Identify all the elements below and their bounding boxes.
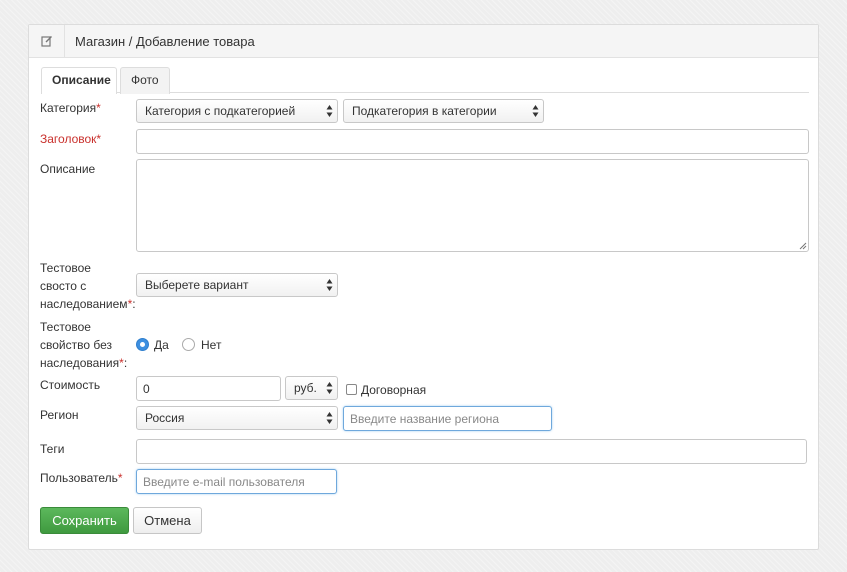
select-arrows-icon <box>326 382 333 394</box>
select-arrows-icon <box>326 412 333 424</box>
form-panel: Магазин / Добавление товара Описание Фот… <box>28 24 819 550</box>
page-title: Магазин / Добавление товара <box>75 33 255 49</box>
tags-input[interactable] <box>136 439 807 464</box>
tab-description[interactable]: Описание <box>41 67 117 94</box>
price-input[interactable] <box>136 376 281 401</box>
resize-handle-icon[interactable] <box>799 242 807 250</box>
cancel-button[interactable]: Отмена <box>133 507 202 534</box>
test-no-inherit-label: Тестовое свойство без наследования*: <box>40 320 128 370</box>
title-label: Заголовок* <box>40 132 102 146</box>
category-select[interactable]: Категория с подкатегорией <box>136 99 338 123</box>
radio-yes[interactable] <box>136 338 149 351</box>
select-arrows-icon <box>532 105 539 117</box>
tags-label: Теги <box>40 442 65 456</box>
subcategory-select[interactable]: Подкатегория в категории <box>343 99 544 123</box>
title-input[interactable] <box>136 129 809 154</box>
description-label: Описание <box>40 162 96 176</box>
negotiable-checkbox[interactable] <box>346 384 357 395</box>
edit-icon <box>29 24 65 58</box>
tab-bar: Описание Фото <box>41 67 809 94</box>
radio-no[interactable] <box>182 338 195 351</box>
select-arrows-icon <box>326 279 333 291</box>
description-textarea[interactable] <box>136 159 809 252</box>
save-button[interactable]: Сохранить <box>40 507 129 534</box>
category-label: Категория* <box>40 101 101 115</box>
currency-select[interactable]: руб. <box>285 376 338 400</box>
negotiable-label: Договорная <box>361 383 427 397</box>
tab-photo[interactable]: Фото <box>120 67 170 94</box>
radio-no-label: Нет <box>201 338 222 352</box>
test-inherited-label: Тестовое свосто с наследованием*: <box>40 261 136 311</box>
panel-header: Магазин / Добавление товара <box>29 24 818 58</box>
test-inherited-select[interactable]: Выберете вариант <box>136 273 338 297</box>
region-select[interactable]: Россия <box>136 406 338 430</box>
user-email-input[interactable] <box>136 469 337 494</box>
select-arrows-icon <box>326 105 333 117</box>
user-label: Пользователь* <box>40 471 123 485</box>
region-label: Регион <box>40 408 79 422</box>
radio-yes-label: Да <box>154 338 169 352</box>
price-label: Стоимость <box>40 378 101 392</box>
region-search-input[interactable] <box>343 406 552 431</box>
